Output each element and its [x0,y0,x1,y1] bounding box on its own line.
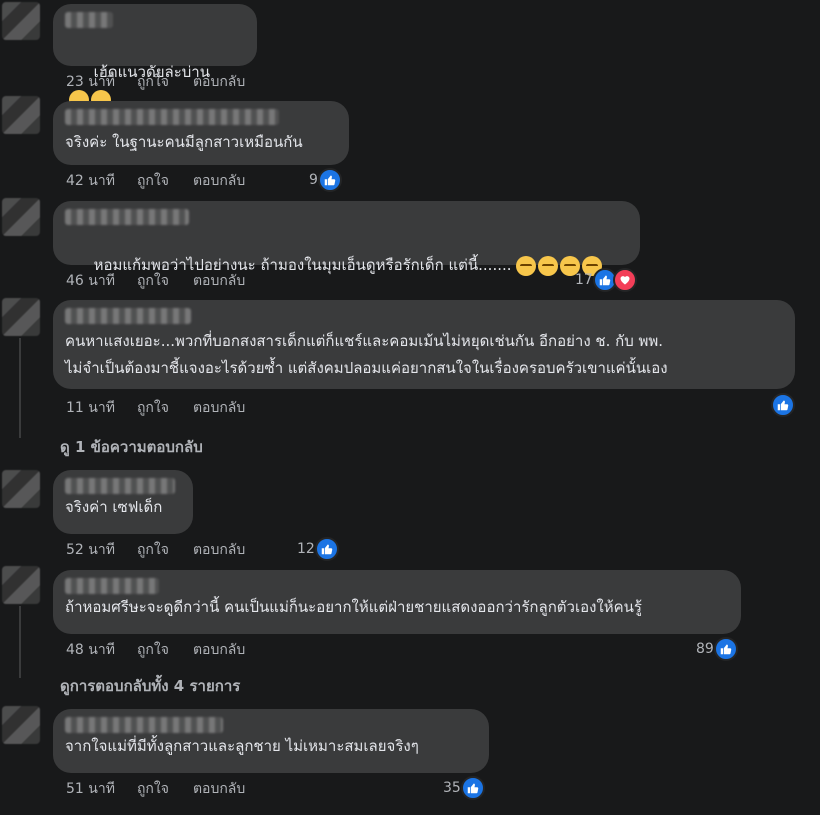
comment-actions: 51 นาที ถูกใจ ตอบกลับ [66,779,269,799]
comment-actions: 52 นาที ถูกใจ ตอบกลับ [66,540,269,560]
thread-line [19,338,21,438]
timestamp[interactable]: 51 นาที [66,781,115,797]
author-name[interactable] [65,578,159,594]
author-name[interactable] [65,478,175,494]
love-reaction-icon [612,268,637,292]
author-name[interactable] [65,209,189,225]
avatar[interactable] [2,566,40,604]
avatar[interactable] [2,2,40,40]
like-reaction-icon [771,393,795,417]
comment-bubble: จริงค่า เซฟเด็ก [53,470,193,534]
timestamp[interactable]: 46 นาที [66,273,115,289]
reply-button[interactable]: ตอบกลับ [193,173,245,189]
reaction-count: 89 [696,641,714,657]
timestamp[interactable]: 42 นาที [66,173,115,189]
comment-actions: 23 นาที ถูกใจ ตอบกลับ [66,72,269,92]
reply-button[interactable]: ตอบกลับ [193,400,245,416]
comment-bubble: ถ้าหอมศรีษะจะดูดีกว่านี้ คนเป็นแม่ก็นะอย… [53,570,741,634]
like-reaction-icon [713,637,738,661]
reaction-count: 17 [575,272,593,288]
comment-text: จริงค่ะ ในฐานะคนมีลูกสาวเหมือนกัน [65,133,303,151]
like-button[interactable]: ถูกใจ [137,273,169,289]
thread-line [19,606,21,678]
author-name[interactable] [65,12,113,28]
view-replies-link[interactable]: ดู 1 ข้อความตอบกลับ [60,435,203,459]
comment-actions: 42 นาที ถูกใจ ตอบกลับ [66,171,269,191]
comment-bubble: จากใจแม่ที่มีทั้งลูกสาวและลูกชาย ไม่เหมา… [53,709,489,773]
timestamp[interactable]: 11 นาที [66,400,115,416]
like-reaction-icon [317,168,342,192]
sleepy-emoji-icon [515,255,536,276]
comment-bubble: จริงค่ะ ในฐานะคนมีลูกสาวเหมือนกัน [53,101,349,165]
reaction-summary[interactable]: 9 [309,168,342,192]
comment-text-line-2: ไม่จำเป็นต้องมาชี้แจงอะไรด้วยซ้ำ แต่สังค… [65,359,668,377]
comment-bubble: เฮ้ดแนวดัยล่ะบ่าน [53,4,257,110]
like-button[interactable]: ถูกใจ [137,400,169,416]
reaction-count: 9 [309,172,318,188]
avatar[interactable] [2,198,40,236]
avatar[interactable] [2,706,40,744]
timestamp[interactable]: 48 นาที [66,642,115,658]
reaction-summary[interactable]: 12 [297,537,339,561]
comment-text: จากใจแม่ที่มีทั้งลูกสาวและลูกชาย ไม่เหมา… [65,737,419,755]
comment-bubble: หอมแก้มพอว่าไปอย่างนะ ถ้ามองในมุมเอ็นดูห… [53,201,640,276]
timestamp[interactable]: 52 นาที [66,542,115,558]
view-replies-link[interactable]: ดูการตอบกลับทั้ง 4 รายการ [60,674,240,698]
like-button[interactable]: ถูกใจ [137,74,169,90]
like-button[interactable]: ถูกใจ [137,542,169,558]
reaction-count: 35 [443,780,461,796]
reply-button[interactable]: ตอบกลับ [193,542,245,558]
reaction-summary[interactable]: 17 [575,268,637,292]
reaction-summary[interactable]: 89 [696,637,738,661]
avatar[interactable] [2,96,40,134]
timestamp[interactable]: 23 นาที [66,74,115,90]
like-reaction-icon [460,776,485,800]
reply-button[interactable]: ตอบกลับ [193,781,245,797]
reaction-summary[interactable]: 35 [443,776,485,800]
reply-button[interactable]: ตอบกลับ [193,74,245,90]
comment-actions: 11 นาที ถูกใจ ตอบกลับ [66,398,269,418]
comment-text: ถ้าหอมศรีษะจะดูดีกว่านี้ คนเป็นแม่ก็นะอย… [65,598,642,616]
author-name[interactable] [65,308,191,324]
author-name[interactable] [65,109,279,125]
like-button[interactable]: ถูกใจ [137,642,169,658]
reaction-summary[interactable] [771,393,795,417]
comment-text-line-1: คนหาแสงเยอะ...พวกที่บอกสงสารเด็กแต่ก็แชร… [65,332,664,350]
reaction-count: 12 [297,541,315,557]
avatar[interactable] [2,298,40,336]
like-reaction-icon [314,537,339,561]
reply-button[interactable]: ตอบกลับ [193,642,245,658]
comment-actions: 48 นาที ถูกใจ ตอบกลับ [66,640,269,660]
comment-text: จริงค่า เซฟเด็ก [65,498,163,516]
like-button[interactable]: ถูกใจ [137,781,169,797]
reply-button[interactable]: ตอบกลับ [193,273,245,289]
like-button[interactable]: ถูกใจ [137,173,169,189]
comment-bubble: คนหาแสงเยอะ...พวกที่บอกสงสารเด็กแต่ก็แชร… [53,300,795,389]
comment-actions: 46 นาที ถูกใจ ตอบกลับ [66,271,269,291]
sleepy-emoji-icon [537,255,558,276]
avatar[interactable] [2,470,40,508]
author-name[interactable] [65,717,223,733]
